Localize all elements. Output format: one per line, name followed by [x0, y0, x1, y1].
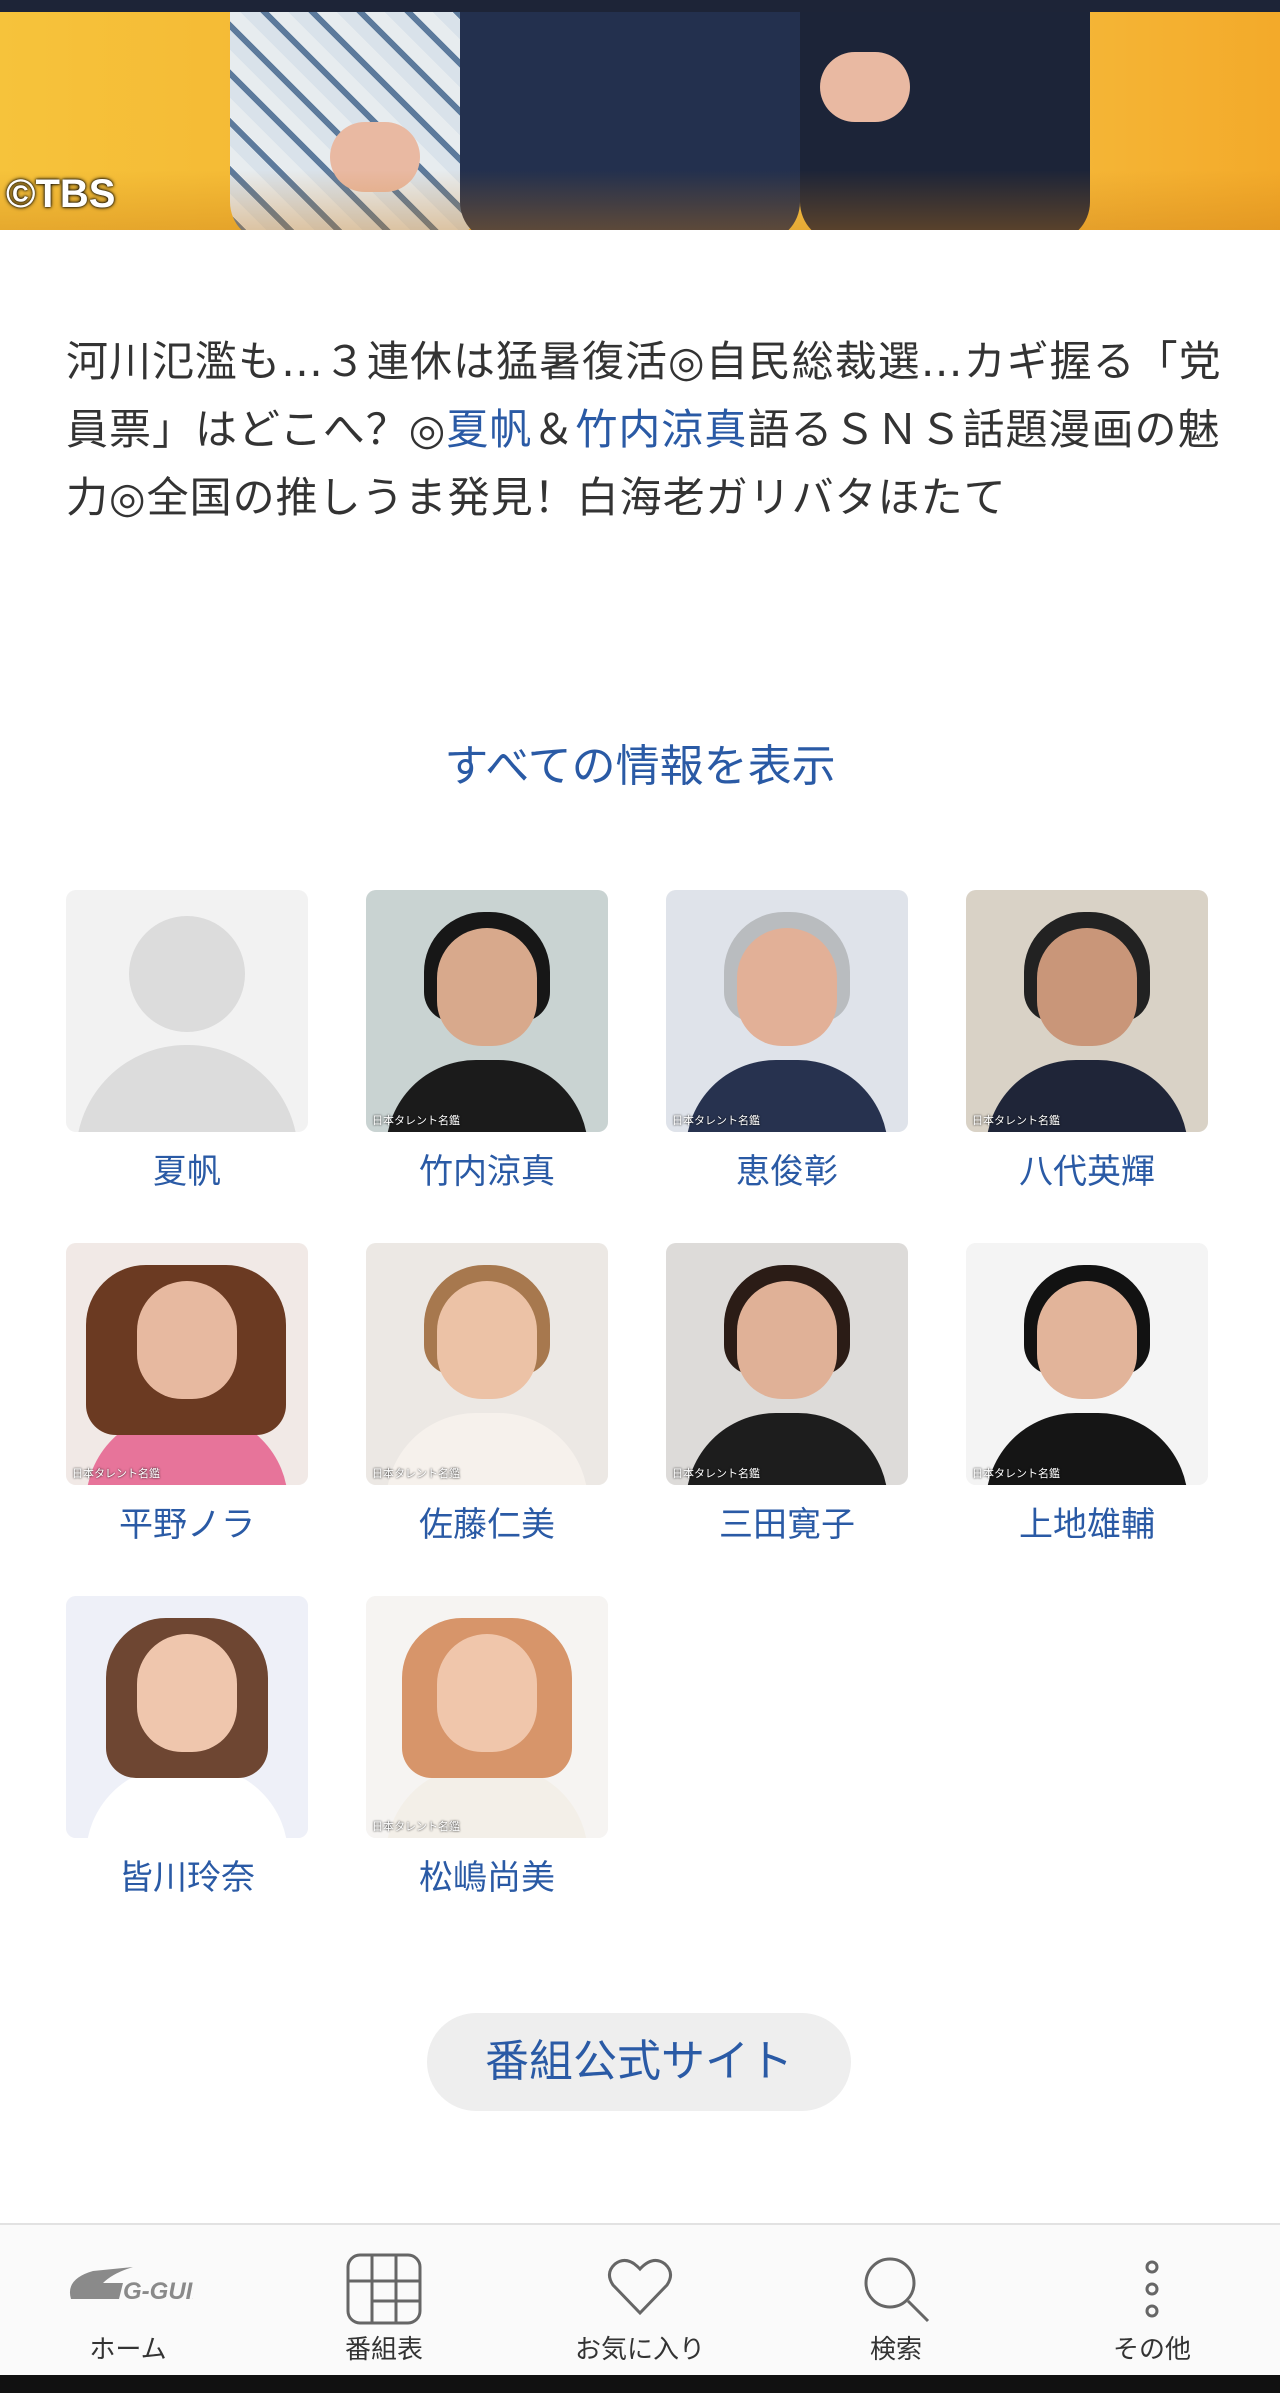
avatar-placeholder-icon — [66, 890, 308, 1132]
cast-item[interactable]: 日本タレント名鑑 恵俊彰 — [666, 890, 908, 1193]
cast-name: 八代英輝 — [1019, 1152, 1155, 1192]
cast-link-kaho[interactable]: 夏帆 — [446, 405, 532, 454]
tab-label: その他 — [1112, 2335, 1191, 2365]
cast-item[interactable]: 日本タレント名鑑 松嶋尚美 — [366, 1596, 608, 1899]
tab-label: 番組表 — [344, 2335, 423, 2365]
cast-item[interactable]: 日本タレント名鑑 上地雄輔 — [966, 1243, 1208, 1546]
cast-photo: 日本タレント名鑑 — [666, 890, 908, 1132]
photo-watermark: 日本タレント名鑑 — [672, 1114, 760, 1127]
cast-name: 上地雄輔 — [1019, 1505, 1155, 1545]
photo-watermark: 日本タレント名鑑 — [372, 1467, 460, 1480]
tab-label: 検索 — [869, 2335, 922, 2365]
cast-item[interactable]: 日本タレント名鑑 八代英輝 — [966, 890, 1208, 1193]
top-status-strip — [0, 0, 1280, 12]
photo-watermark: 日本タレント名鑑 — [972, 1467, 1060, 1480]
tab-home[interactable]: G-GUIDE ホーム — [0, 2225, 256, 2377]
hero-floor — [0, 170, 1280, 230]
cast-name: 夏帆 — [153, 1152, 221, 1192]
grid-icon — [344, 2251, 424, 2331]
cast-item[interactable]: 日本タレント名鑑 竹内涼真 — [366, 890, 608, 1193]
cast-photo: 日本タレント名鑑 — [966, 890, 1208, 1132]
search-icon — [860, 2253, 932, 2329]
cast-name: 竹内涼真 — [419, 1152, 555, 1192]
hero-hands — [820, 52, 910, 122]
cast-link-takeuchi[interactable]: 竹内涼真 — [575, 405, 747, 454]
tab-label: ホーム — [89, 2335, 167, 2365]
system-nav-bar — [0, 2375, 1280, 2393]
program-description: 河川氾濫も…３連休は猛暑復活◎自民総裁選…カギ握る「党員票」はどこへ？◎夏帆＆竹… — [66, 328, 1226, 532]
heart-icon — [605, 2255, 675, 2323]
description-text: ＆ — [532, 405, 576, 454]
cast-photo: 日本タレント名鑑 — [66, 1243, 308, 1485]
cast-item[interactable]: 日本タレント名鑑 平野ノラ — [66, 1243, 308, 1546]
copyright-label: ©TBS — [6, 172, 116, 216]
bottom-tab-bar: G-GUIDE ホーム 番組表 お気に入り — [0, 2223, 1280, 2377]
cast-photo: 日本タレント名鑑 — [366, 1596, 608, 1838]
cast-item[interactable]: 日本タレント名鑑 佐藤仁美 — [366, 1243, 608, 1546]
cast-name: 三田寛子 — [719, 1505, 855, 1545]
photo-watermark: 日本タレント名鑑 — [372, 1820, 460, 1833]
more-vertical-icon — [1142, 2259, 1162, 2323]
tab-schedule[interactable]: 番組表 — [256, 2225, 512, 2377]
cast-item[interactable]: 皆川玲奈 — [66, 1596, 308, 1899]
tab-label: お気に入り — [574, 2335, 705, 2365]
cast-photo: 日本タレント名鑑 — [666, 1243, 908, 1485]
cast-photo — [66, 1596, 308, 1838]
photo-watermark: 日本タレント名鑑 — [72, 1467, 160, 1480]
tab-other[interactable]: その他 — [1024, 2225, 1280, 2377]
cast-name: 恵俊彰 — [736, 1152, 838, 1192]
logo-text: G-GUIDE — [123, 2278, 193, 2305]
cast-name: 皆川玲奈 — [119, 1858, 255, 1898]
g-guide-logo-icon: G-GUIDE — [63, 2259, 227, 2315]
tab-favorites[interactable]: お気に入り — [512, 2225, 768, 2377]
cast-photo: 日本タレント名鑑 — [966, 1243, 1208, 1485]
official-site-button[interactable]: 番組公式サイト — [427, 2013, 851, 2111]
cast-item[interactable]: 日本タレント名鑑 三田寛子 — [666, 1243, 908, 1546]
cast-name: 佐藤仁美 — [419, 1505, 555, 1545]
cast-photo: 日本タレント名鑑 — [366, 1243, 608, 1485]
cast-item[interactable]: 夏帆 — [66, 890, 308, 1193]
cast-name: 松嶋尚美 — [419, 1858, 555, 1898]
photo-watermark: 日本タレント名鑑 — [672, 1467, 760, 1480]
tab-search[interactable]: 検索 — [768, 2225, 1024, 2377]
photo-watermark: 日本タレント名鑑 — [372, 1114, 460, 1127]
program-hero-image: ©TBS — [0, 12, 1280, 230]
cast-name: 平野ノラ — [119, 1505, 255, 1545]
photo-watermark: 日本タレント名鑑 — [972, 1114, 1060, 1127]
cast-photo: 日本タレント名鑑 — [366, 890, 608, 1132]
show-all-info-link[interactable]: すべての情報を表示 — [0, 730, 1280, 794]
